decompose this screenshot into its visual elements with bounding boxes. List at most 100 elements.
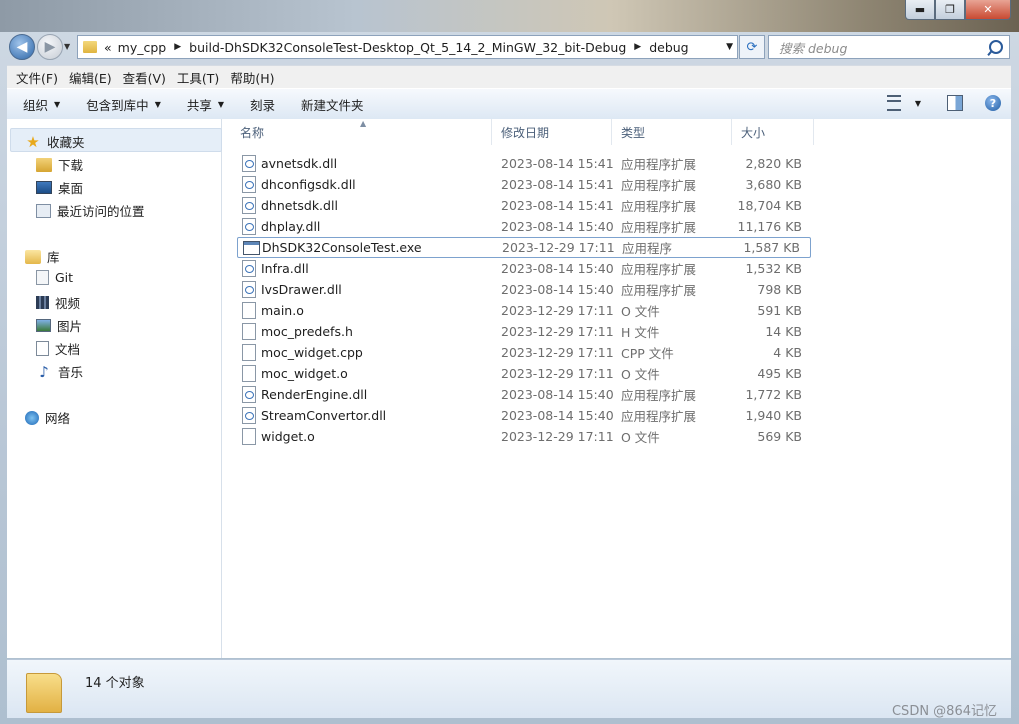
preview-pane-icon[interactable] [947,95,963,111]
file-name: dhplay.dll [261,218,321,234]
menu-help[interactable]: 帮助(H) [230,68,274,87]
file-row[interactable]: IvsDrawer.dll 2023-08-14 15:40 应用程序扩展 798 K… [237,279,812,299]
view-dropdown-icon[interactable]: ▼ [915,99,921,108]
network-icon [25,410,39,425]
file-size: 495 KB [757,365,802,381]
dll-icon [242,218,256,235]
file-type: 应用程序扩展 [621,177,697,193]
file-size: 2,820 KB [745,155,802,171]
file-icon [242,344,256,361]
include-in-library-button[interactable]: 包含到库中 ▼ [86,95,161,114]
file-date: 2023-08-14 15:40 [501,386,614,402]
nav-favorites[interactable]: ★ 收藏夹 [25,132,84,151]
search-box[interactable]: 搜索 debug [768,35,1010,59]
maximize-button[interactable]: ❐ [935,0,965,20]
breadcrumb-overflow[interactable]: « [104,40,112,55]
file-row[interactable]: moc_predefs.h 2023-12-29 17:11 H 文件 14 KB [237,321,812,341]
breadcrumb-separator-icon[interactable]: ▶ [634,42,641,52]
menu-bar: 文件(F) 编辑(E) 查看(V) 工具(T) 帮助(H) [7,65,1011,88]
menu-view[interactable]: 查看(V) [123,68,166,87]
refresh-button[interactable]: ⟳ [739,35,765,59]
file-row[interactable]: moc_widget.cpp 2023-12-29 17:11 CPP 文件 4 KB [237,342,812,362]
nav-videos[interactable]: 视频 [36,293,80,312]
nav-downloads[interactable]: 下载 [36,155,83,174]
burn-button[interactable]: 刻录 [250,95,275,114]
file-name: RenderEngine.dll [261,386,368,402]
file-row[interactable]: dhplay.dll 2023-08-14 15:40 应用程序扩展 11,176 K… [237,216,812,236]
breadcrumb-build-folder[interactable]: build-DhSDK32ConsoleTest-Desktop_Qt_5_14… [189,40,626,55]
nav-git[interactable]: Git [36,270,73,285]
column-header-type[interactable]: 类型 [612,119,732,145]
file-name: moc_widget.o [261,365,348,381]
nav-pictures[interactable]: 图片 [36,316,82,335]
item-count: 14 个对象 [85,676,145,691]
file-row[interactable]: StreamConvertor.dll 2023-08-14 15:40 应用程序扩… [237,405,812,425]
nav-desktop[interactable]: 桌面 [36,178,83,197]
search-input[interactable]: 搜索 debug [779,38,847,57]
column-type-label: 类型 [621,125,646,140]
nav-pictures-label: 图片 [57,319,83,334]
close-button[interactable]: ✕ [965,0,1011,20]
menu-edit[interactable]: 编辑(E) [69,68,112,87]
column-header-size[interactable]: 大小 [732,119,814,145]
file-size: 18,704 KB [737,197,802,213]
recent-pages-dropdown[interactable]: ▼ [64,42,70,51]
search-icon[interactable] [989,40,1003,54]
file-date: 2023-08-14 15:40 [501,281,614,297]
nav-downloads-label: 下载 [58,158,84,173]
nav-music[interactable]: ♪ 音乐 [36,362,83,381]
file-row[interactable]: avnetsdk.dll 2023-08-14 15:41 应用程序扩展 2,820 … [237,153,812,173]
nav-git-label: Git [55,270,74,285]
picture-icon [36,319,51,332]
file-type: O 文件 [621,366,660,382]
file-date: 2023-08-14 15:40 [501,407,614,423]
desktop-icon [36,181,52,194]
file-list-pane: ▲ 名称 修改日期 类型 大小 avnetsdk.dll 2023-08-14 1… [222,119,1011,658]
file-row[interactable]: dhconfigsdk.dll 2023-08-14 15:41 应用程序扩展 3,6… [237,174,812,194]
file-row[interactable]: widget.o 2023-12-29 17:11 O 文件 569 KB [237,426,812,446]
file-name: Infra.dll [261,260,309,276]
menu-tools[interactable]: 工具(T) [177,68,219,87]
breadcrumb-debug[interactable]: debug [649,40,688,55]
file-name: IvsDrawer.dll [261,281,342,297]
file-size: 1,587 KB [743,240,800,255]
nav-recent[interactable]: 最近访问的位置 [36,201,145,220]
nav-desktop-label: 桌面 [58,181,84,196]
file-type: 应用程序扩展 [621,387,697,403]
nav-documents[interactable]: 文档 [36,339,80,358]
file-date: 2023-08-14 15:40 [501,218,614,234]
address-bar[interactable]: « my_cpp ▶ build-DhSDK32ConsoleTest-Desk… [77,35,738,59]
file-name: dhnetsdk.dll [261,197,338,213]
new-folder-button[interactable]: 新建文件夹 [301,95,364,114]
file-row[interactable]: Infra.dll 2023-08-14 15:40 应用程序扩展 1,532 KB [237,258,812,278]
file-row[interactable]: dhnetsdk.dll 2023-08-14 15:41 应用程序扩展 18,704… [237,195,812,215]
file-row[interactable]: RenderEngine.dll 2023-08-14 15:40 应用程序扩展 1,… [237,384,812,404]
file-row[interactable]: main.o 2023-12-29 17:11 O 文件 591 KB [237,300,812,320]
view-options-icon[interactable] [886,95,901,111]
file-row[interactable]: moc_widget.o 2023-12-29 17:11 O 文件 495 KB [237,363,812,383]
breadcrumb-separator-icon[interactable]: ▶ [174,42,181,52]
minimize-button[interactable]: ▬ [905,0,935,20]
help-icon[interactable]: ? [985,95,1001,111]
organize-button[interactable]: 组织 ▼ [23,95,60,114]
share-button[interactable]: 共享 ▼ [187,95,224,114]
chevron-down-icon: ▼ [54,99,61,109]
file-type: 应用程序扩展 [621,219,697,235]
command-bar: 组织 ▼ 包含到库中 ▼ 共享 ▼ 刻录 新建文件夹 ▼ ? [7,88,1011,120]
forward-button[interactable]: ▶ [37,34,63,60]
column-header-name[interactable]: 名称 [222,119,492,145]
file-name: avnetsdk.dll [261,155,338,171]
column-header-date[interactable]: 修改日期 [492,119,612,145]
back-button[interactable]: ◀ [9,34,35,60]
recent-places-icon [36,203,51,218]
file-name: moc_widget.cpp [261,344,363,360]
file-type: H 文件 [621,324,660,340]
nav-network[interactable]: 网络 [25,408,70,427]
file-date: 2023-12-29 17:11 [501,428,614,444]
breadcrumb-my-cpp[interactable]: my_cpp [118,40,167,55]
nav-libraries[interactable]: 库 [25,247,60,266]
nav-network-label: 网络 [45,411,71,426]
file-row[interactable]: DhSDK32ConsoleTest.exe 2023-12-29 17:11 应用… [237,237,811,258]
menu-file[interactable]: 文件(F) [16,68,58,87]
address-dropdown-icon[interactable]: ▼ [726,42,733,52]
